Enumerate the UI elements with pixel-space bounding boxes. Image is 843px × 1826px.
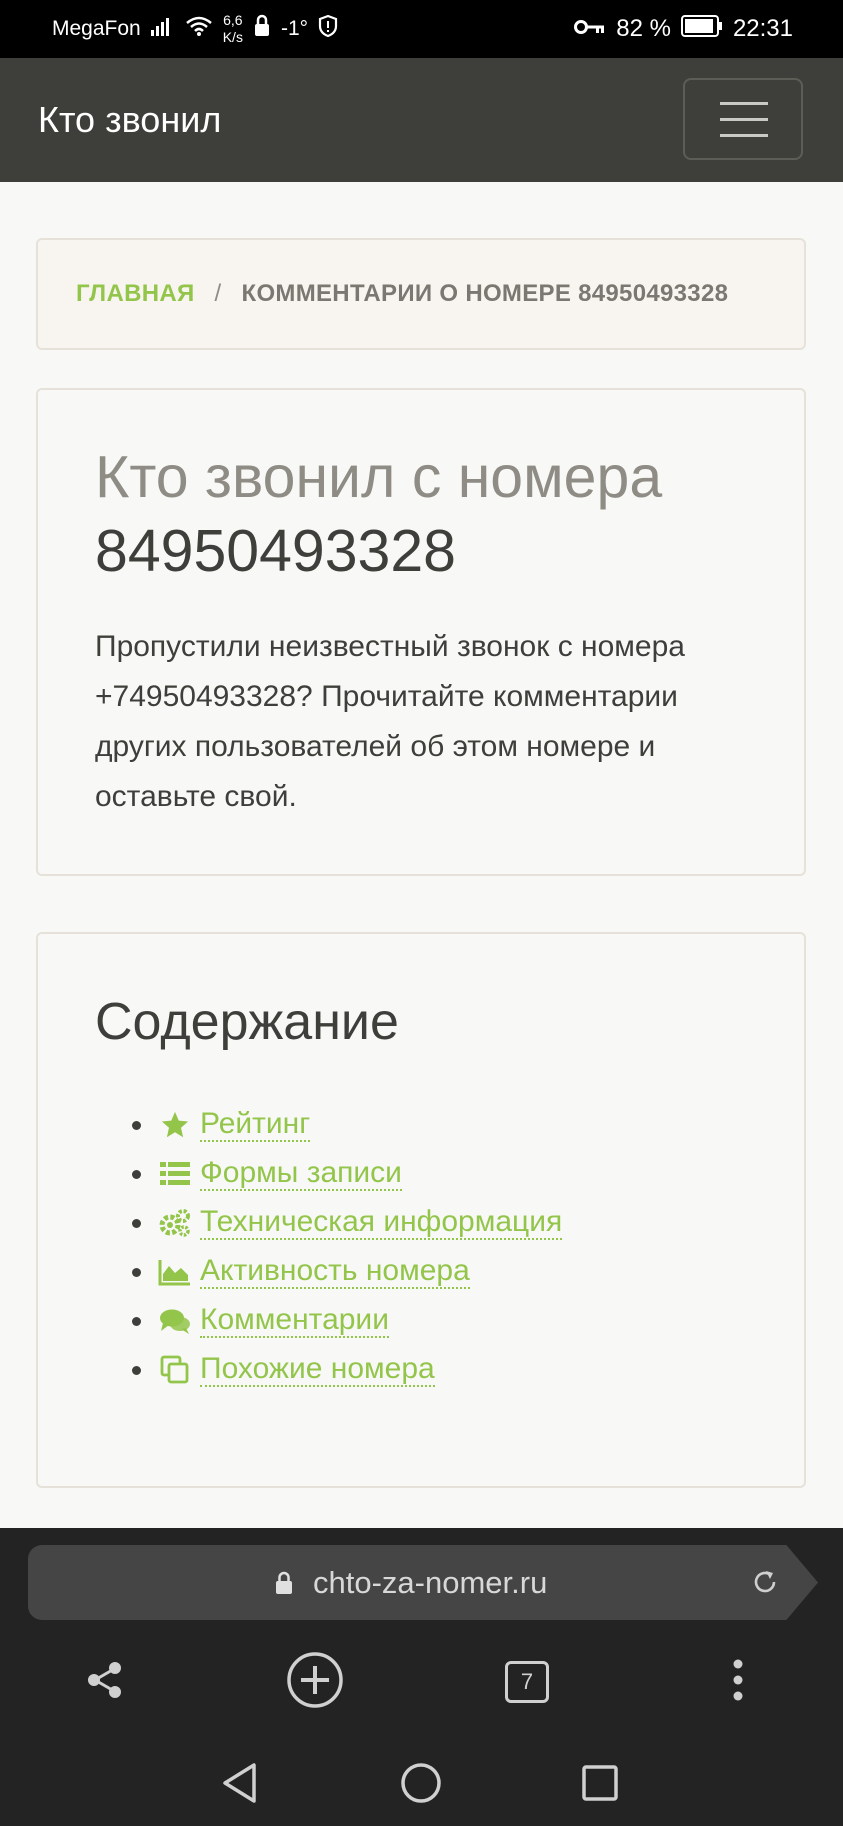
shield-icon xyxy=(318,14,338,44)
intro-card: Кто звонил с номера 84950493328 Пропусти… xyxy=(36,388,806,876)
list-item: Формы записи xyxy=(131,1149,562,1198)
tab-count: 7 xyxy=(505,1661,549,1703)
list-item: Рейтинг xyxy=(131,1100,562,1149)
comments-icon xyxy=(158,1304,192,1338)
home-circle-icon xyxy=(399,1761,443,1810)
network-speed: 6,6 K/s xyxy=(223,12,243,46)
browser-chrome: chto-za-nomer.ru 7 xyxy=(0,1528,843,1826)
new-tab-button[interactable] xyxy=(270,1640,360,1724)
list-icon xyxy=(158,1157,192,1191)
carrier-label: MegaFon xyxy=(52,17,141,40)
wifi-icon xyxy=(185,15,213,43)
hamburger-line xyxy=(720,118,768,121)
url-text: chto-za-nomer.ru xyxy=(313,1565,548,1600)
breadcrumb-home-link[interactable]: ГЛАВНАЯ xyxy=(76,280,195,308)
battery-icon xyxy=(680,14,723,44)
contents-heading: Содержание xyxy=(95,993,399,1051)
page-title-number: 84950493328 xyxy=(95,518,456,584)
signal-icon xyxy=(150,16,175,42)
speed-value: 6,6 xyxy=(223,12,243,28)
star-icon xyxy=(158,1108,192,1142)
status-bar: MegaFon 6,6 K/s -1° 82 % 22:31 xyxy=(0,0,843,58)
list-item: Комментарии xyxy=(131,1296,562,1345)
toc-link-forms[interactable]: Формы записи xyxy=(200,1156,402,1191)
share-button[interactable] xyxy=(60,1640,150,1724)
list-item: Похожие номера xyxy=(131,1345,562,1394)
recents-square-icon xyxy=(580,1763,620,1808)
brand-link[interactable]: Кто звонил xyxy=(38,58,221,182)
key-icon xyxy=(574,15,606,43)
battery-percent: 82 % xyxy=(616,15,671,42)
page-title: Кто звонил с номера 84950493328 xyxy=(95,440,662,588)
toc-link-activity[interactable]: Активность номера xyxy=(200,1254,470,1289)
toc-link-comments[interactable]: Комментарии xyxy=(200,1303,389,1338)
toc-link-rating[interactable]: Рейтинг xyxy=(200,1107,311,1142)
toc-link-similar-numbers[interactable]: Похожие номера xyxy=(200,1352,435,1387)
hamburger-icon xyxy=(720,102,768,105)
temperature-label: -1° xyxy=(280,17,309,40)
address-bar[interactable]: chto-za-nomer.ru xyxy=(28,1545,818,1620)
list-item: Техническая информация xyxy=(131,1198,563,1247)
contents-list: Рейтинг Формы записи Техническая информа… xyxy=(131,1100,563,1394)
lock-icon xyxy=(274,1571,294,1600)
back-triangle-icon xyxy=(220,1761,260,1810)
back-button[interactable] xyxy=(200,1750,280,1820)
menu-toggle-button[interactable] xyxy=(683,78,803,160)
intro-description: Пропустили неизвестный звонок с номера +… xyxy=(95,630,685,813)
speed-unit: K/s xyxy=(222,29,243,45)
clock: 22:31 xyxy=(732,15,793,42)
area-chart-icon xyxy=(158,1255,192,1289)
browser-menu-button[interactable] xyxy=(698,1640,778,1724)
more-vertical-icon xyxy=(732,1658,744,1707)
navbar: Кто звонил xyxy=(0,58,843,182)
hamburger-line xyxy=(720,134,768,137)
list-item: Активность номера xyxy=(131,1247,562,1296)
reload-icon[interactable] xyxy=(750,1567,780,1602)
page-title-prefix: Кто звонил с номера xyxy=(95,444,663,510)
home-button[interactable] xyxy=(381,1750,461,1820)
gears-icon xyxy=(158,1206,192,1240)
breadcrumb: ГЛАВНАЯ / КОММЕНТАРИИ О НОМЕРЕ 849504933… xyxy=(36,238,806,350)
contents-card: Содержание Рейтинг Формы записи Техничес… xyxy=(36,932,806,1488)
recents-button[interactable] xyxy=(560,1750,640,1820)
breadcrumb-current: КОММЕНТАРИИ О НОМЕРЕ 84950493328 xyxy=(241,280,729,307)
add-circle-icon xyxy=(285,1650,345,1715)
tabs-button[interactable]: 7 xyxy=(482,1640,572,1724)
breadcrumb-separator: / xyxy=(214,280,222,307)
share-icon xyxy=(84,1659,126,1706)
vpn-lock-icon xyxy=(253,14,271,44)
copy-icon xyxy=(158,1353,192,1387)
toc-link-technical-info[interactable]: Техническая информация xyxy=(200,1205,563,1240)
